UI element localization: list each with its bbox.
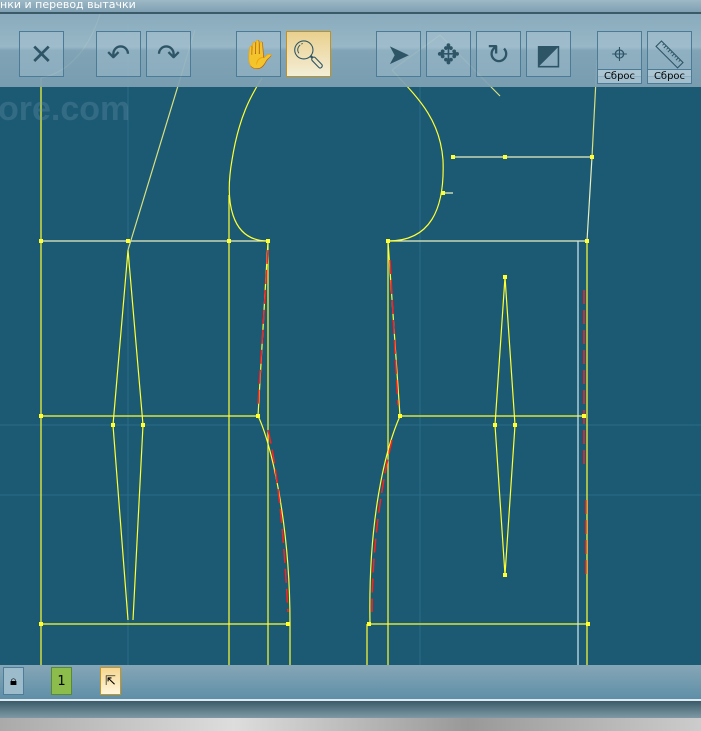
arrow-cursor-icon: ➤ [386,37,411,71]
redo-icon: ↷ [156,37,181,71]
zoom-tool-button[interactable]: 🔍︎ [286,31,331,77]
lock-icon: 🔒︎ [10,673,17,689]
hand-icon: ✋ [241,37,276,71]
crosshair-icon: ⌖ [611,37,628,70]
reset-ruler-button[interactable]: Сброс [647,69,692,84]
rotate-icon: ↻ [486,37,511,71]
pan-tool-button[interactable]: ✋ [236,31,281,77]
pattern-points [39,155,594,626]
move-tool-button[interactable]: ✥ [426,31,471,77]
taskbar [0,718,701,731]
close-tool-button[interactable]: ✕ [19,31,64,77]
select-tool-button[interactable]: ➤ [376,31,421,77]
reset-angle-button[interactable]: Сброс [597,69,642,84]
layer-button[interactable]: 1 [51,667,72,695]
move-arrows-icon: ✥ [436,37,461,71]
highlight-lines [257,249,587,613]
axes-icon: ⇱ [105,673,116,689]
magnifier-icon: 🔍︎ [290,37,327,71]
lock-button[interactable]: 🔒︎ [3,667,24,695]
watermark: ore.com [0,90,131,128]
window-title: нки и перевод вытачки [0,0,701,12]
toolbar: ✕ ↶ ↷ ✋ 🔍︎ ➤ ✥ ↻ ◩ ⌖ 📏︎ Сброс Сброс [0,12,701,87]
status-strip [0,701,701,718]
bottom-bar: 🔒︎ 1 ⇱ [0,665,701,701]
redo-button[interactable]: ↷ [146,31,191,77]
close-icon: ✕ [29,37,54,71]
undo-button[interactable]: ↶ [96,31,141,77]
axes-button[interactable]: ⇱ [100,667,121,695]
square-icon: ◩ [535,37,562,71]
undo-icon: ↶ [106,37,131,71]
layer-number: 1 [57,673,66,689]
ruler-icon: 📏︎ [651,37,688,71]
scale-tool-button[interactable]: ◩ [526,31,571,77]
rotate-tool-button[interactable]: ↻ [476,31,521,77]
